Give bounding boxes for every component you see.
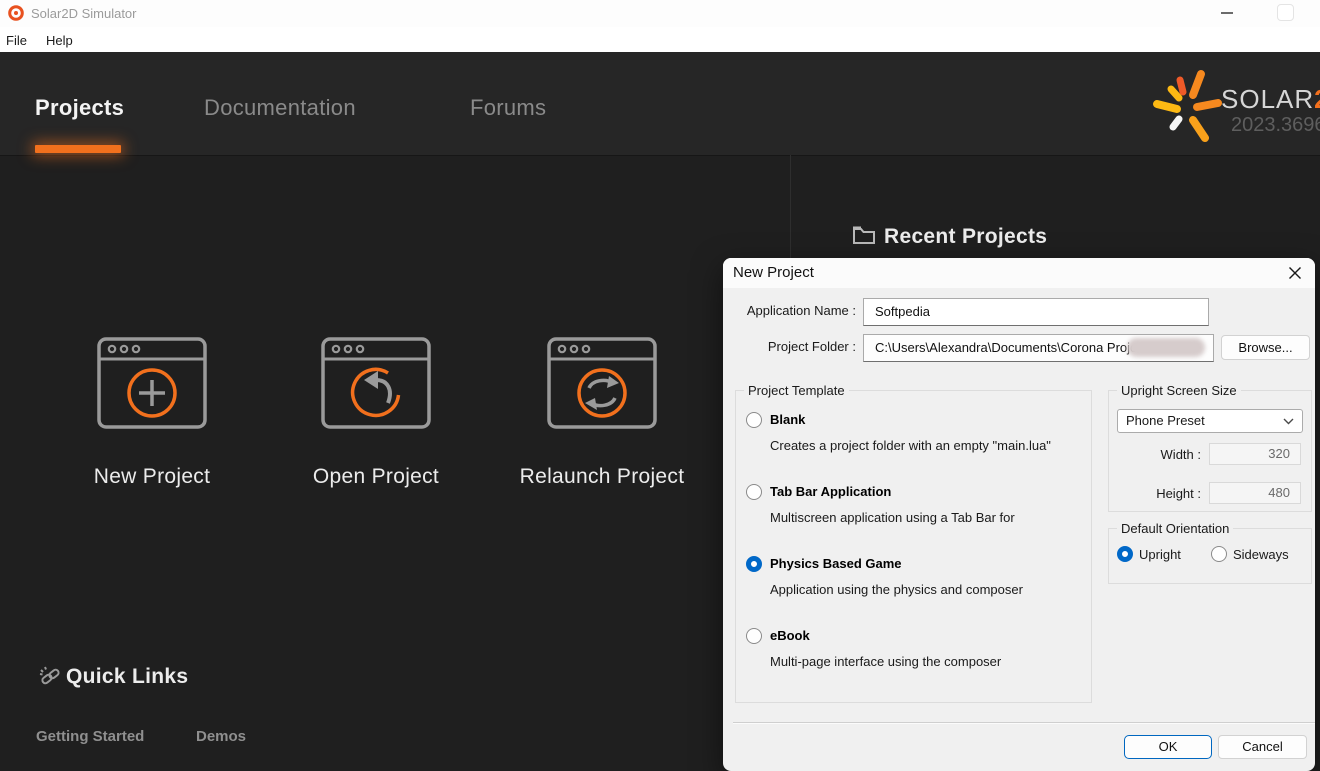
dialog-title: New Project <box>733 264 814 281</box>
cancel-button[interactable]: Cancel <box>1218 735 1307 759</box>
orientation-group-title: Default Orientation <box>1117 521 1233 536</box>
open-project-label: Open Project <box>266 465 486 489</box>
radio-ebook-desc: Multi-page interface using the composer <box>770 654 1001 669</box>
menu-help[interactable]: Help <box>40 31 79 50</box>
screen-size-group: Upright Screen Size Phone Preset Width :… <box>1108 390 1312 512</box>
new-project-icon <box>97 337 207 429</box>
solar2d-wordmark: SOLAR2D <box>1221 84 1320 115</box>
new-project-label: New Project <box>42 465 262 489</box>
top-nav: Projects Documentation Forums SOLAR2D 20… <box>0 52 1320 156</box>
radio-upright[interactable] <box>1117 546 1133 562</box>
screen-size-group-title: Upright Screen Size <box>1117 383 1241 398</box>
redaction-blur <box>1127 338 1205 357</box>
minimize-button[interactable] <box>1221 12 1233 14</box>
open-project-card[interactable]: Open Project <box>266 337 486 489</box>
radio-physics-game[interactable] <box>746 556 762 572</box>
radio-blank-desc: Creates a project folder with an empty "… <box>770 438 1051 453</box>
project-template-group: Project Template Blank Creates a project… <box>735 390 1092 703</box>
wordmark-main: SOLAR <box>1221 84 1314 114</box>
preset-dropdown[interactable]: Phone Preset <box>1117 409 1303 433</box>
width-input[interactable]: 320 <box>1209 443 1301 465</box>
project-template-group-title: Project Template <box>744 383 849 398</box>
radio-blank-label[interactable]: Blank <box>770 412 805 427</box>
app-version: 2023.3696 <box>1231 114 1320 137</box>
browse-button[interactable]: Browse... <box>1221 335 1310 360</box>
project-folder-value: C:\Users\Alexandra\Documents\Corona Proj… <box>875 340 1166 355</box>
tab-forums[interactable]: Forums <box>470 95 546 121</box>
dialog-titlebar: New Project <box>723 258 1315 288</box>
menubar: File Help <box>0 27 1320 52</box>
relaunch-project-label: Relaunch Project <box>492 465 712 489</box>
radio-blank[interactable] <box>746 412 762 428</box>
open-project-icon <box>321 337 431 429</box>
application-name-label: Application Name : <box>723 303 856 318</box>
recent-projects-header: Recent Projects <box>852 224 876 252</box>
radio-upright-label[interactable]: Upright <box>1139 547 1199 562</box>
quick-links-header: Quick Links <box>38 664 63 694</box>
link-demos[interactable]: Demos <box>196 728 246 745</box>
chain-link-icon <box>38 664 63 689</box>
preset-value: Phone Preset <box>1126 413 1205 428</box>
os-titlebar: Solar2D Simulator <box>0 0 1320 27</box>
dialog-close-icon[interactable] <box>1287 265 1303 281</box>
width-label: Width : <box>1139 447 1201 462</box>
radio-ebook[interactable] <box>746 628 762 644</box>
quick-links-title: Quick Links <box>66 665 188 689</box>
radio-sideways-label[interactable]: Sideways <box>1233 547 1303 562</box>
solar2d-app-icon <box>8 5 24 21</box>
relaunch-project-icon <box>547 337 657 429</box>
radio-ebook-label[interactable]: eBook <box>770 628 810 643</box>
radio-sideways[interactable] <box>1211 546 1227 562</box>
height-label: Height : <box>1139 486 1201 501</box>
radio-tab-bar-label[interactable]: Tab Bar Application <box>770 484 891 499</box>
project-folder-label: Project Folder : <box>723 339 856 354</box>
window-title: Solar2D Simulator <box>31 6 137 21</box>
radio-physics-game-label[interactable]: Physics Based Game <box>770 556 902 571</box>
solar2d-logo-starburst-icon <box>1152 68 1224 146</box>
tab-projects[interactable]: Projects <box>35 95 124 121</box>
project-folder-input[interactable]: C:\Users\Alexandra\Documents\Corona Proj… <box>863 334 1214 362</box>
orientation-group: Default Orientation Upright Sideways <box>1108 528 1312 584</box>
tab-documentation[interactable]: Documentation <box>204 95 356 121</box>
radio-physics-game-desc: Application using the physics and compos… <box>770 582 1023 597</box>
dialog-separator <box>733 722 1315 724</box>
height-input[interactable]: 480 <box>1209 482 1301 504</box>
menu-file[interactable]: File <box>0 31 33 50</box>
link-getting-started[interactable]: Getting Started <box>36 728 144 745</box>
new-project-dialog: New Project Application Name : Softpedia… <box>723 258 1315 771</box>
ok-button[interactable]: OK <box>1124 735 1212 759</box>
new-project-card[interactable]: New Project <box>42 337 262 489</box>
relaunch-project-card[interactable]: Relaunch Project <box>492 337 712 489</box>
folder-icon <box>852 224 876 246</box>
wordmark-accent: 2D <box>1314 84 1320 114</box>
application-name-input[interactable]: Softpedia <box>863 298 1209 326</box>
radio-tab-bar-desc: Multiscreen application using a Tab Bar … <box>770 510 1015 525</box>
recent-projects-title: Recent Projects <box>884 225 1047 249</box>
active-tab-underline <box>35 145 121 153</box>
chevron-down-icon <box>1283 418 1294 425</box>
screen: Solar2D Simulator File Help Projects Doc… <box>0 0 1320 771</box>
radio-tab-bar[interactable] <box>746 484 762 500</box>
maximize-button[interactable] <box>1277 4 1294 21</box>
